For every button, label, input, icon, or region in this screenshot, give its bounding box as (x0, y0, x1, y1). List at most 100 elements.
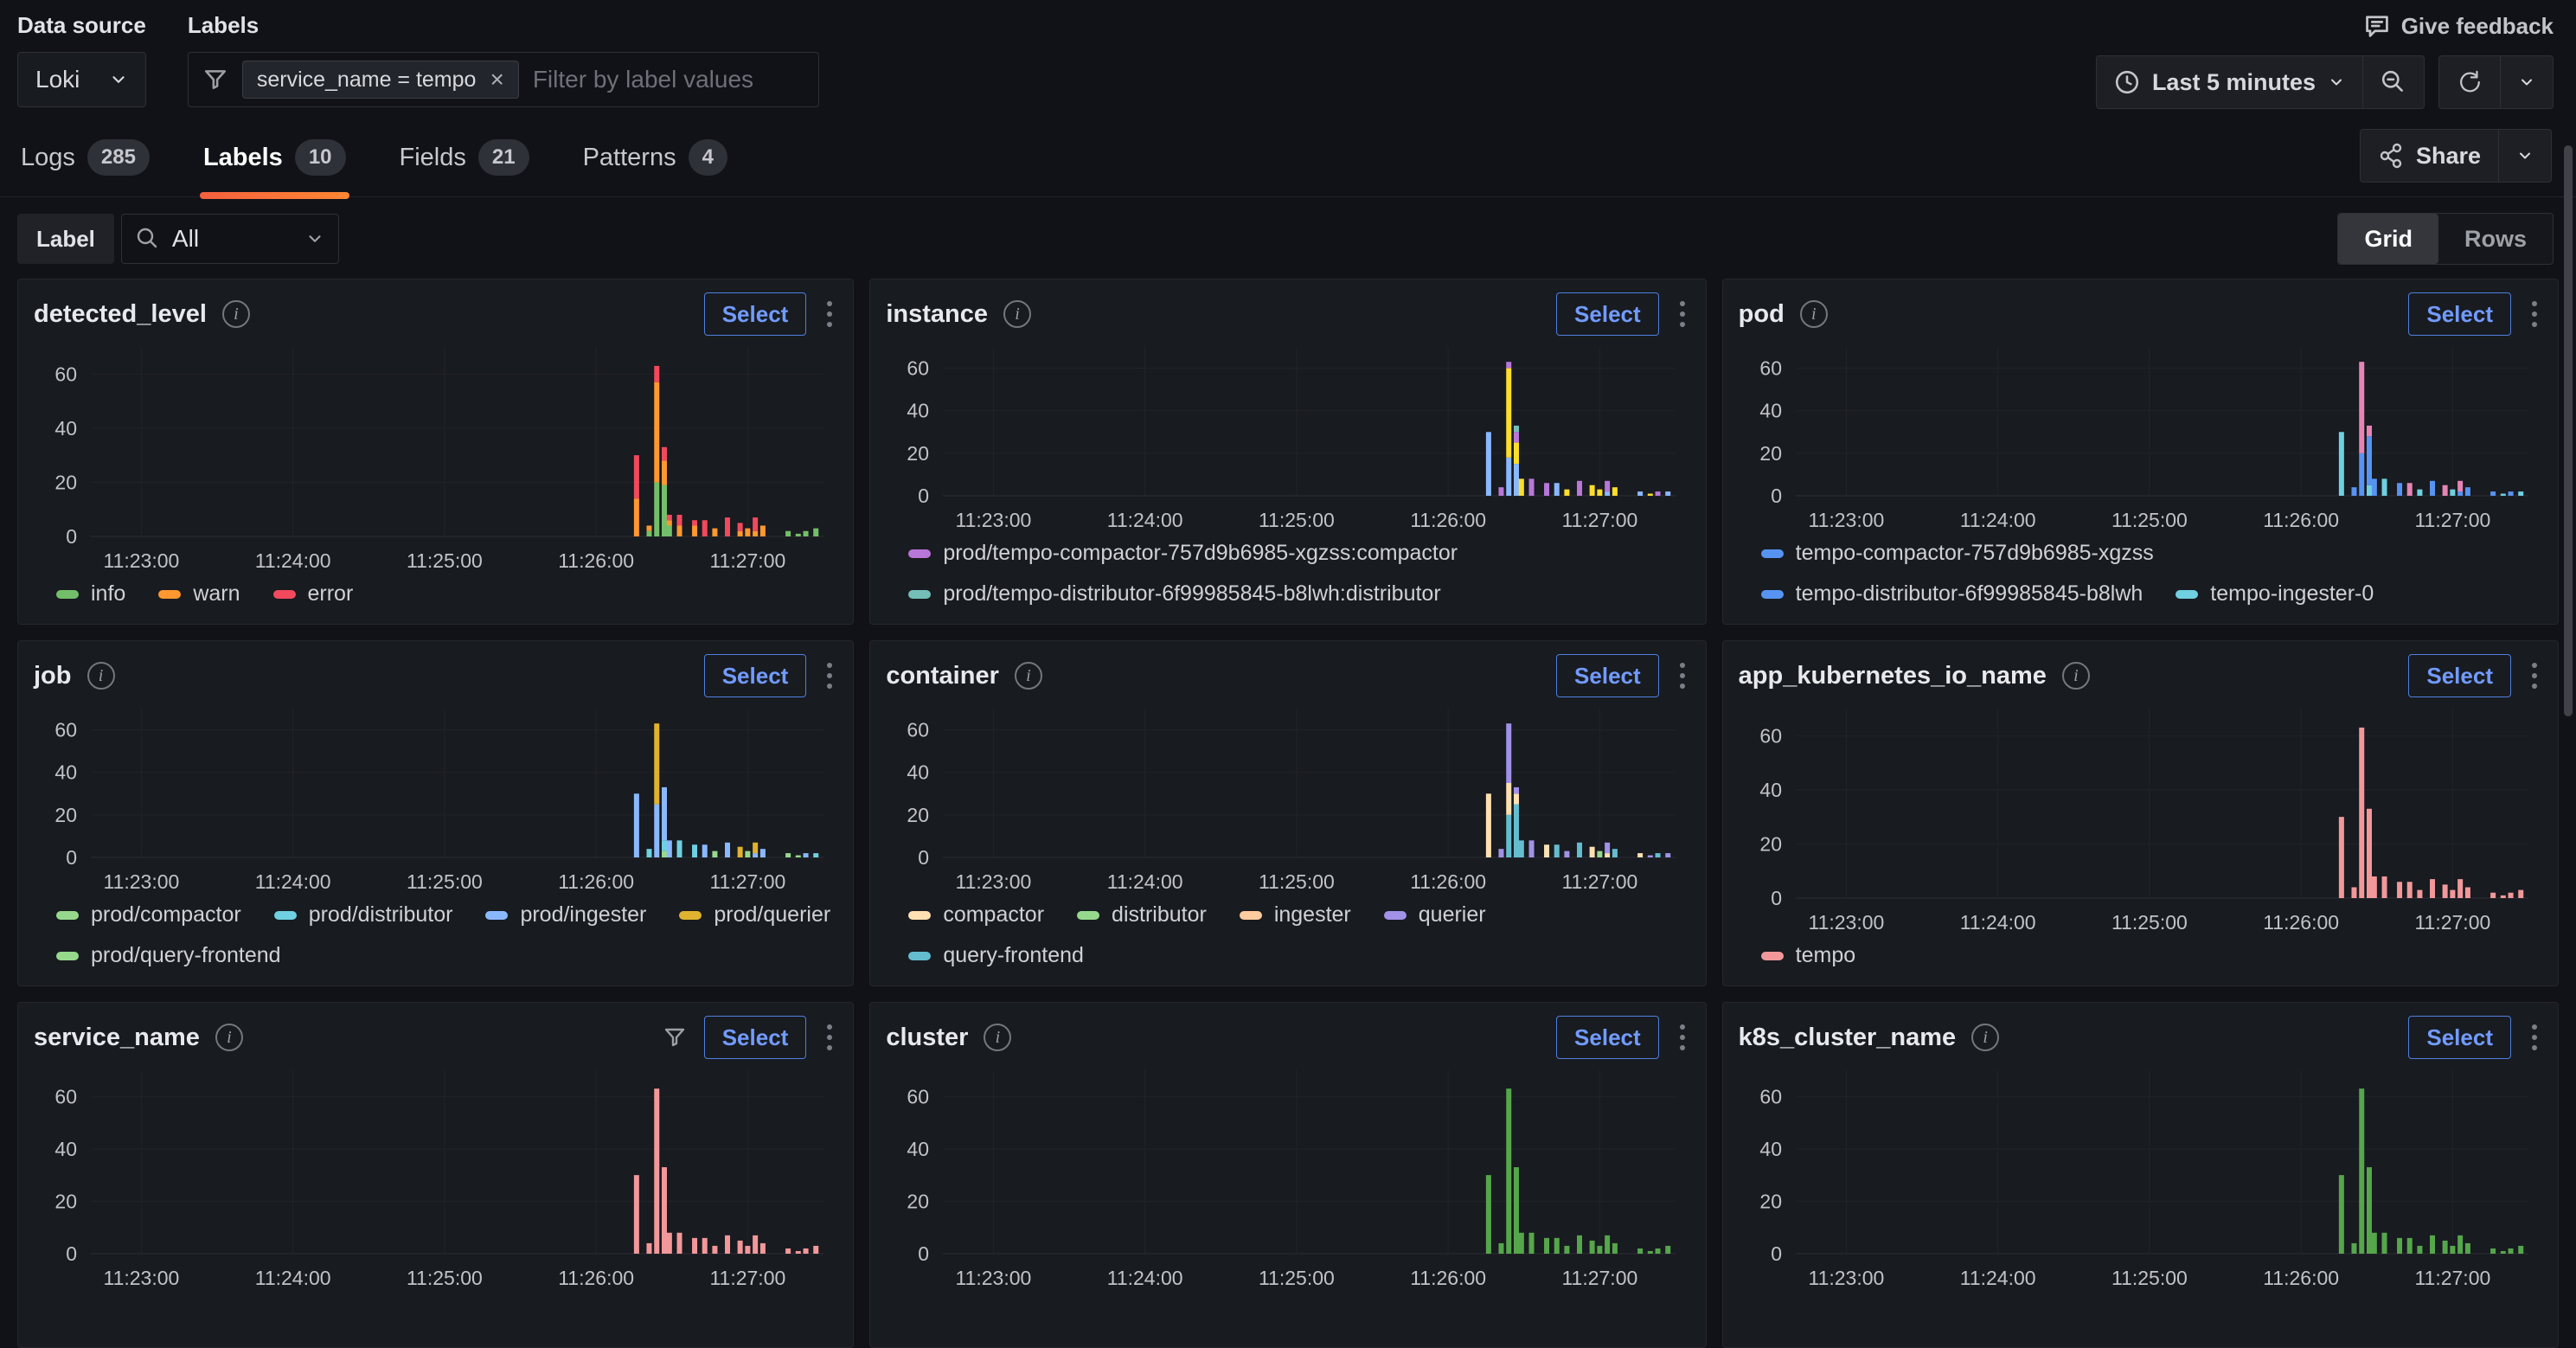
tab-count-badge: 285 (87, 139, 150, 176)
legend-swatch (274, 911, 297, 920)
panel-instance: instance i Select 020406011:23:0011:24:0… (869, 279, 1706, 625)
legend-item[interactable]: query-frontend (908, 943, 1084, 968)
tab-patterns[interactable]: Patterns4 (580, 139, 731, 196)
time-range-picker[interactable]: Last 5 minutes (2096, 55, 2363, 109)
panel-menu-kebab-icon[interactable] (2527, 296, 2542, 332)
share-button[interactable]: Share (2360, 129, 2499, 183)
info-icon[interactable]: i (984, 1024, 1011, 1051)
svg-text:11:27:00: 11:27:00 (2414, 1267, 2490, 1289)
panel-detected_level: detected_level i Select 020406011:23:001… (17, 279, 854, 625)
legend-item[interactable]: prod/distributor (274, 902, 453, 928)
panel-menu-kebab-icon[interactable] (2527, 658, 2542, 694)
label-volume-chart[interactable]: 020406011:23:0011:24:0011:25:0011:26:001… (886, 700, 1689, 897)
label-search-select[interactable]: All (121, 214, 339, 264)
legend-item[interactable]: tempo-distributor-6f99985845-b8lwh (1761, 581, 2143, 607)
page-scrollbar[interactable] (2564, 0, 2574, 1277)
view-option-grid[interactable]: Grid (2338, 214, 2438, 264)
legend-item[interactable]: prod/tempo-compactor-757d9b6985-xgzss:co… (908, 541, 1458, 566)
panel-menu-kebab-icon[interactable] (822, 658, 837, 694)
svg-text:11:26:00: 11:26:00 (558, 870, 634, 893)
svg-text:11:24:00: 11:24:00 (255, 549, 331, 572)
select-button[interactable]: Select (704, 1016, 807, 1059)
legend-item[interactable]: warn (158, 581, 240, 607)
legend-item[interactable]: prod/tempo-distributor-6f99985845-b8lwh:… (908, 581, 1440, 607)
svg-text:20: 20 (54, 1190, 77, 1212)
svg-text:11:23:00: 11:23:00 (103, 549, 179, 572)
legend-item[interactable]: querier (1384, 902, 1486, 928)
select-button[interactable]: Select (2408, 292, 2511, 336)
time-range-label: Last 5 minutes (2152, 69, 2316, 96)
legend-item[interactable]: tempo (1761, 943, 1855, 968)
panel-menu-kebab-icon[interactable] (822, 296, 837, 332)
svg-text:40: 40 (907, 400, 930, 422)
label-volume-chart[interactable]: 020406011:23:0011:24:0011:25:0011:26:001… (886, 338, 1689, 536)
info-icon[interactable]: i (87, 662, 115, 690)
give-feedback-link[interactable]: Give feedback (2363, 12, 2554, 40)
panel-menu-kebab-icon[interactable] (2527, 1019, 2542, 1056)
legend-item[interactable]: distributor (1077, 902, 1207, 928)
label-volume-chart[interactable]: 020406011:23:0011:24:0011:25:0011:26:001… (1739, 338, 2542, 536)
legend-item[interactable]: tempo-compactor-757d9b6985-xgzss (1761, 541, 2154, 566)
panel-menu-kebab-icon[interactable] (1675, 658, 1690, 694)
select-button[interactable]: Select (1556, 1016, 1659, 1059)
select-button[interactable]: Select (1556, 292, 1659, 336)
svg-text:11:26:00: 11:26:00 (1411, 1267, 1487, 1289)
legend-item[interactable]: compactor (908, 902, 1044, 928)
refresh-interval-dropdown[interactable] (2500, 55, 2554, 109)
svg-text:20: 20 (907, 804, 930, 826)
tab-logs[interactable]: Logs285 (17, 139, 153, 196)
svg-text:11:24:00: 11:24:00 (1107, 1267, 1183, 1289)
info-icon[interactable]: i (1971, 1024, 1999, 1051)
svg-text:11:23:00: 11:23:00 (956, 870, 1032, 893)
filter-chip[interactable]: service_name = tempo × (242, 61, 519, 99)
share-dropdown[interactable] (2498, 129, 2552, 183)
label-volume-chart[interactable]: 020406011:23:0011:24:0011:25:0011:26:001… (34, 700, 837, 897)
select-button[interactable]: Select (704, 292, 807, 336)
select-button[interactable]: Select (2408, 1016, 2511, 1059)
select-button[interactable]: Select (1556, 654, 1659, 697)
info-icon[interactable]: i (215, 1024, 243, 1051)
refresh-button[interactable] (2438, 55, 2501, 109)
tabs-bar: Logs285 Labels10 Fields21 Patterns4 Share (0, 130, 2576, 197)
label-volume-chart[interactable]: 020406011:23:0011:24:0011:25:0011:26:001… (34, 1062, 837, 1293)
view-option-rows[interactable]: Rows (2438, 214, 2553, 264)
top-bar: Data source Loki Labels service_name = t… (0, 0, 2576, 109)
svg-text:60: 60 (54, 363, 77, 385)
info-icon[interactable]: i (222, 300, 250, 328)
svg-text:0: 0 (66, 846, 77, 869)
label-volume-chart[interactable]: 020406011:23:0011:24:0011:25:0011:26:001… (1739, 1062, 2542, 1293)
info-icon[interactable]: i (1015, 662, 1042, 690)
panel-menu-kebab-icon[interactable] (1675, 1019, 1690, 1056)
label-filter-input[interactable]: service_name = tempo × Filter by label v… (188, 52, 819, 107)
data-source-picker[interactable]: Loki (17, 52, 146, 107)
svg-text:60: 60 (907, 719, 930, 741)
tab-fields[interactable]: Fields21 (396, 139, 533, 196)
svg-text:60: 60 (54, 719, 77, 741)
tab-labels[interactable]: Labels10 (200, 139, 349, 196)
chip-remove-icon[interactable]: × (490, 66, 503, 93)
info-icon[interactable]: i (1800, 300, 1828, 328)
chart-legend (34, 1293, 837, 1338)
select-button[interactable]: Select (2408, 654, 2511, 697)
legend-item[interactable]: prod/ingester (485, 902, 646, 928)
scrollbar-thumb[interactable] (2564, 145, 2573, 716)
select-button[interactable]: Select (704, 654, 807, 697)
legend-item[interactable]: ingester (1240, 902, 1351, 928)
label-volume-chart[interactable]: 020406011:23:0011:24:0011:25:0011:26:001… (886, 1062, 1689, 1293)
info-icon[interactable]: i (1003, 300, 1031, 328)
zoom-out-button[interactable] (2362, 55, 2425, 109)
legend-item[interactable]: info (56, 581, 125, 607)
legend-item[interactable]: error (273, 581, 354, 607)
chart-legend: compactor distributor ingester querier query… (886, 897, 1689, 977)
label-volume-chart[interactable]: 020406011:23:0011:24:0011:25:0011:26:001… (34, 338, 837, 576)
label-box: Label (17, 214, 114, 264)
info-icon[interactable]: i (2062, 662, 2090, 690)
label-volume-chart[interactable]: 020406011:23:0011:24:0011:25:0011:26:001… (1739, 700, 2542, 938)
legend-item[interactable]: prod/query-frontend (56, 943, 281, 968)
panel-menu-kebab-icon[interactable] (822, 1019, 837, 1056)
legend-item[interactable]: prod/compactor (56, 902, 241, 928)
legend-item[interactable]: tempo-ingester-0 (2176, 581, 2374, 607)
tab-count-badge: 4 (689, 139, 727, 176)
legend-item[interactable]: prod/querier (679, 902, 830, 928)
panel-menu-kebab-icon[interactable] (1675, 296, 1690, 332)
